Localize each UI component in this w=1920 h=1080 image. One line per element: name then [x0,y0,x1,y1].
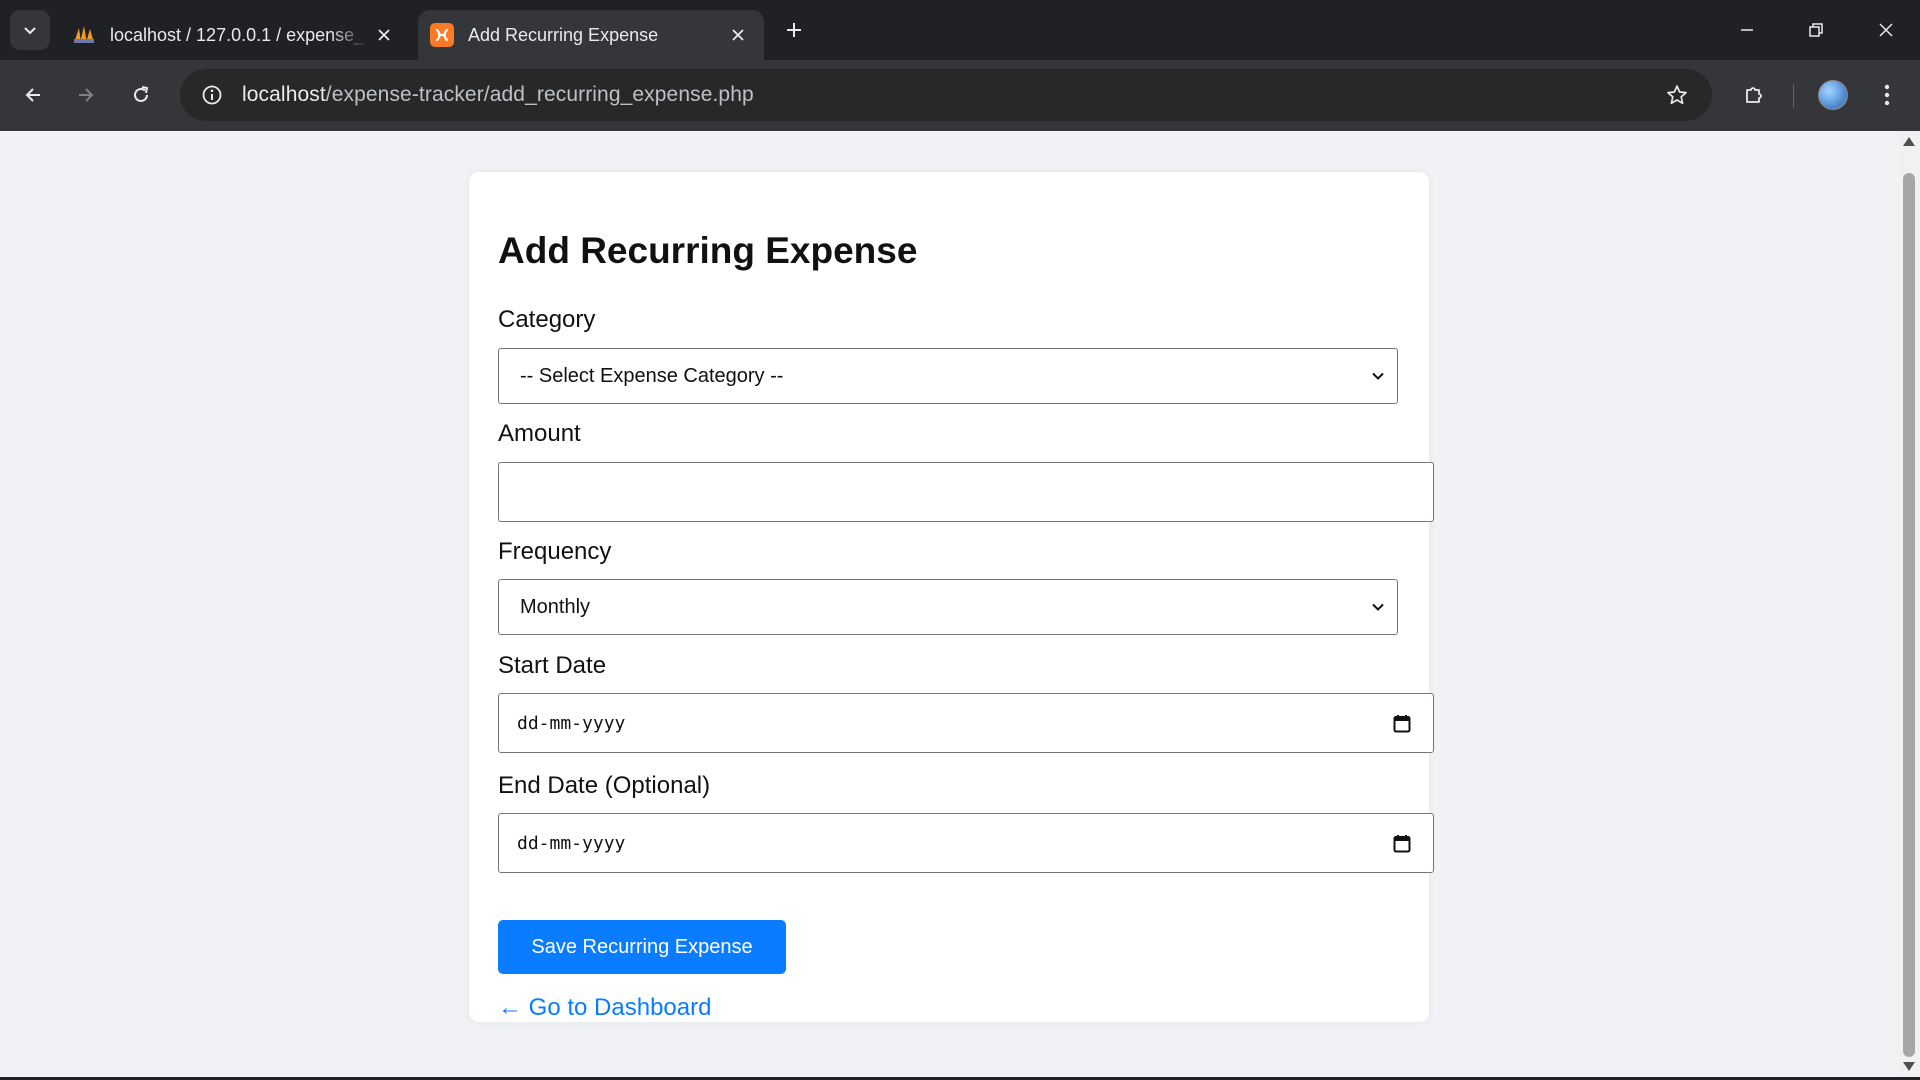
chevron-down-icon [1372,372,1384,380]
back-arrow-icon [25,88,40,102]
amount-input[interactable] [498,462,1434,522]
more-vertical-icon [1884,84,1890,106]
restore-icon [1809,23,1823,37]
frequency-select-value: Monthly [520,595,591,618]
minimize-icon [1741,29,1753,31]
tab-close-icon[interactable] [722,19,754,51]
start-date-label: Start Date [498,652,607,679]
xampp-icon [430,23,454,47]
calendar-icon[interactable] [1393,834,1411,853]
page-title: Add Recurring Expense [498,230,918,271]
reload-icon [134,86,149,102]
profile-button[interactable] [1812,74,1854,116]
address-bar[interactable]: localhost/expense-tracker/add_recurring_… [180,69,1712,121]
tab-close-icon[interactable] [368,19,400,51]
category-label: Category [498,306,596,333]
tab-title: localhost / 127.0.0.1 / expense_ [110,24,365,45]
close-window-button[interactable] [1864,8,1908,52]
avatar [1818,80,1848,110]
puzzle-icon [1746,87,1762,103]
forward-arrow-icon [79,88,94,102]
end-date-input[interactable]: dd-mm-yyyy [498,813,1434,873]
amount-label: Amount [498,420,581,447]
tab-search-button[interactable] [10,10,50,50]
new-tab-button[interactable] [776,12,812,48]
minimize-button[interactable] [1725,8,1769,52]
recurring-expense-form-card: Add Recurring Expense Category -- Select… [469,172,1434,1022]
category-select-value: -- Select Expense Category -- [520,364,784,387]
end-date-placeholder: dd-mm-yyyy [517,832,626,854]
close-icon [1879,23,1893,37]
calendar-icon[interactable] [1393,714,1411,733]
browser-toolbar: localhost/expense-tracker/add_recurring_… [0,60,1920,131]
site-info-icon[interactable] [186,69,238,121]
chevron-down-icon [24,27,36,35]
url-path: /expense-tracker/add_recurring_expense.p… [325,83,754,106]
start-date-placeholder: dd-mm-yyyy [517,712,626,734]
tab-title: Add Recurring Expense [468,24,659,45]
url-text: localhost/expense-tracker/add_recurring_… [242,83,754,107]
url-host: localhost [242,83,326,106]
forward-button[interactable] [65,74,107,116]
chevron-down-icon [1372,603,1384,611]
plus-icon [787,23,801,37]
end-date-label: End Date (Optional) [498,772,711,799]
restore-button[interactable] [1794,8,1838,52]
back-button[interactable] [12,74,54,116]
page-scrollbar[interactable] [1898,131,1920,1077]
bookmark-star-icon[interactable] [1656,74,1698,116]
phpmyadmin-icon [72,23,96,47]
page-viewport: Add Recurring Expense Category -- Select… [0,131,1898,1077]
go-to-dashboard-link[interactable]: ← Go to Dashboard [498,994,711,1022]
menu-button[interactable] [1866,74,1908,116]
start-date-input[interactable]: dd-mm-yyyy [498,693,1434,753]
scroll-down-arrow-icon[interactable] [1903,1062,1915,1071]
tab-add-recurring-expense[interactable]: Add Recurring Expense [418,10,764,60]
toolbar-divider [1793,84,1794,108]
frequency-label: Frequency [498,538,612,565]
reload-button[interactable] [120,74,162,116]
tab-strip: localhost / 127.0.0.1 / expense_ Add Rec… [0,0,1920,60]
extensions-button[interactable] [1733,74,1775,116]
scrollbar-thumb[interactable] [1903,173,1915,1057]
tab-phpmyadmin[interactable]: localhost / 127.0.0.1 / expense_ [60,10,410,60]
save-recurring-expense-button[interactable]: Save Recurring Expense [498,920,786,974]
category-select[interactable]: -- Select Expense Category -- [498,348,1398,404]
frequency-select[interactable]: Monthly [498,579,1398,635]
scroll-up-arrow-icon[interactable] [1903,137,1915,146]
